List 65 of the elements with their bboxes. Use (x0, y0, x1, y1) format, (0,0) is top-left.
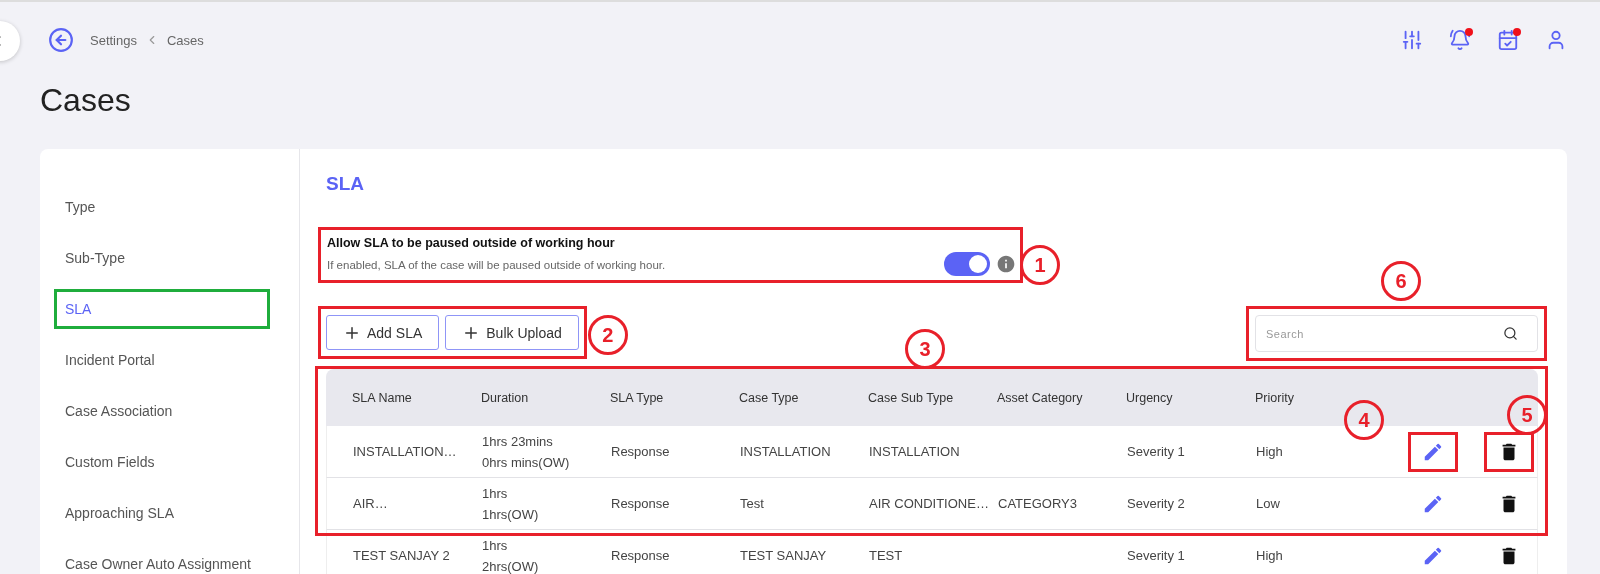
column-header: SLA Type (610, 390, 665, 405)
search-field[interactable]: Search (1255, 315, 1538, 352)
table-cell-text: CATEGORY3 (998, 495, 1078, 513)
table-cell-text: Test (740, 495, 765, 513)
table-cell-text: Severity 2 (1127, 495, 1186, 513)
info-icon[interactable] (996, 254, 1016, 274)
edit-button[interactable] (1408, 431, 1458, 472)
table-cell-text: Severity 1 (1127, 443, 1186, 461)
table-cell-text: TEST SANJAY (740, 547, 828, 565)
table-cell-text: TEST (869, 547, 904, 565)
setting-description: If enabled, SLA of the case will be paused outside of working hour. (327, 258, 666, 271)
table-cell-text: High (1256, 547, 1284, 565)
table-cell-text: 1hrs 23mins 0hrs mins(OW) (482, 432, 571, 472)
callout-number: 6 (1381, 261, 1421, 301)
callout-number: 4 (1344, 400, 1384, 440)
sidebar-item[interactable]: Incident Portal (65, 351, 259, 369)
setting-title: Allow SLA to be paused outside of working hour (327, 236, 616, 250)
table-cell-text: Low (1256, 495, 1281, 513)
callout-number: 5 (1507, 395, 1547, 435)
table-cell-text: High (1256, 443, 1284, 461)
delete-button[interactable] (1484, 431, 1534, 472)
page-title: Cases (40, 81, 132, 120)
column-header: Duration (481, 390, 530, 405)
filter-button[interactable] (1401, 29, 1423, 51)
sidebar-item[interactable]: Type (65, 198, 259, 216)
add-button[interactable]: Add SLA (326, 315, 440, 350)
table-cell-text: Response (611, 443, 671, 461)
notifications-button[interactable] (1449, 29, 1471, 51)
search-icon (1503, 326, 1518, 341)
table-cell-text: 1hrs 1hrs(OW) (482, 484, 540, 524)
column-header: SLA Name (351, 390, 413, 405)
sliders-icon (1401, 29, 1423, 51)
sidebar-item[interactable]: Case Owner Auto Assignment (65, 555, 259, 573)
column-header: Case Type (739, 390, 800, 405)
table-cell-text: INSTALLATION (869, 443, 961, 461)
column-header: Asset Category (997, 390, 1084, 405)
back-icon[interactable] (48, 27, 74, 53)
callout-number: 2 (587, 315, 628, 355)
sidebar-item[interactable]: Sub-Type (65, 249, 259, 267)
table-cell-text: AIR CONDITIONE… (869, 495, 990, 513)
bell-icon (1449, 29, 1471, 51)
toggle-switch[interactable] (944, 252, 990, 276)
sidebar-item[interactable]: Custom Fields (65, 453, 259, 471)
breadcrumb-link[interactable]: Settings (90, 32, 137, 48)
section-title: SLA (326, 172, 365, 196)
column-header: Priority (1255, 390, 1295, 405)
table-cell-text: Response (611, 547, 671, 565)
sidebar-item[interactable]: SLA (65, 300, 259, 318)
column-header: Case Sub Type (868, 390, 955, 405)
table-cell-text: 1hrs 2hrs(OW) (482, 536, 540, 574)
calendar-button[interactable] (1497, 29, 1519, 51)
table-cell-text: AIR… (352, 495, 389, 513)
callout-number: 3 (905, 329, 945, 369)
upload-button[interactable]: Bulk Upload (445, 315, 579, 350)
table-cell-text: Severity 1 (1127, 547, 1186, 565)
column-header: Urgency (1126, 390, 1174, 405)
breadcrumb-link[interactable]: Cases (167, 32, 204, 48)
callout-number: 1 (1020, 245, 1060, 285)
table-cell-text: INSTALLATION… (352, 443, 458, 461)
calendar-check-icon (1497, 29, 1519, 51)
table-cell-text: INSTALLATION (740, 443, 832, 461)
table-cell-text: Response (611, 495, 671, 513)
table-cell-text: TEST SANJAY 2 (352, 547, 451, 565)
sidebar-item[interactable]: Case Association (65, 402, 259, 420)
sidebar-item[interactable]: Approaching SLA (65, 504, 259, 522)
